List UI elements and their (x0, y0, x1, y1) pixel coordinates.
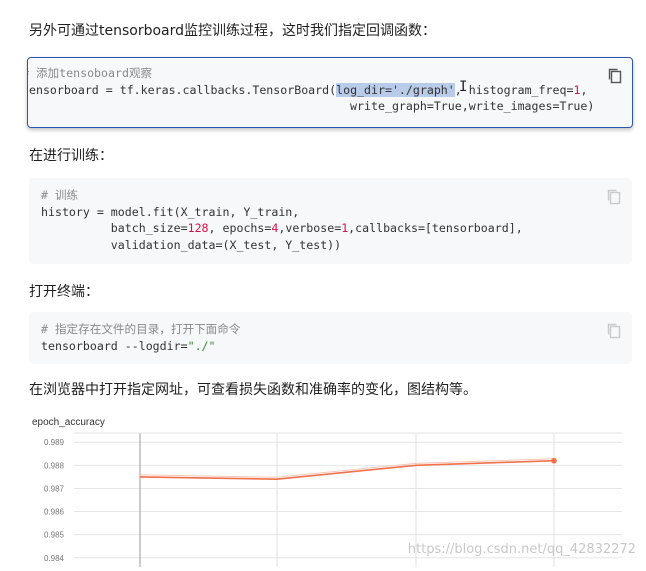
code-text: validation_data=(X_test, Y_test)) (41, 237, 342, 252)
code-text: ,verbose= (278, 221, 342, 235)
watermark: https://blog.csdn.net/qq_42832272 (407, 542, 636, 557)
y-tick-label: 0.986 (44, 508, 65, 517)
train-paragraph: 在进行训练： (29, 148, 113, 164)
code-content[interactable]: # 训练 history = model.fit(X_train, Y_trai… (41, 187, 523, 253)
intro-paragraph: 另外可通过tensorboard监控训练过程，这时我们指定回调函数： (29, 23, 437, 39)
code-content[interactable]: # 指定存在文件的目录，打开下面命令 tensorboard --logdir=… (41, 321, 240, 354)
code-text: tensorboard --logdir= (41, 338, 188, 353)
code-content[interactable]: # 添加tensoboard观察 tensorboard = tf.keras.… (27, 65, 595, 115)
code-block-train[interactable]: # 训练 history = model.fit(X_train, Y_trai… (29, 178, 632, 264)
copy-icon[interactable] (607, 67, 623, 85)
code-number: 128 (187, 221, 209, 235)
copy-icon[interactable] (606, 188, 622, 206)
code-block-callback[interactable]: # 添加tensoboard观察 tensorboard = tf.keras.… (27, 57, 633, 128)
code-text: , (580, 82, 588, 97)
code-block-terminal[interactable]: # 指定存在文件的目录，打开下面命令 tensorboard --logdir=… (29, 312, 632, 364)
y-tick-label: 0.989 (44, 438, 65, 447)
code-text: , epochs= (208, 221, 272, 235)
copy-icon[interactable] (606, 322, 622, 340)
series-smoothed-line (139, 458, 555, 478)
chart-title: epoch_accuracy (32, 417, 105, 428)
y-tick-label: 0.988 (44, 461, 65, 470)
code-text: write_graph=True,write_images=True) (27, 99, 595, 113)
selected-text: log_dir='./graph' (336, 82, 455, 97)
data-point (551, 457, 557, 464)
code-text: ,callbacks=[tensorboard], (348, 221, 523, 235)
code-text: tensorboard = tf.keras.callbacks.TensorB… (27, 82, 337, 97)
code-text: batch_size= (41, 221, 188, 235)
text-cursor-icon: I (459, 79, 468, 95)
terminal-paragraph: 打开终端： (29, 284, 99, 300)
code-text: history = model.fit(X_train, Y_train, (41, 204, 300, 219)
code-comment: # 指定存在文件的目录，打开下面命令 (41, 322, 241, 336)
y-tick-label: 0.987 (44, 484, 65, 493)
code-comment: # 添加tensoboard观察 (27, 66, 153, 80)
code-string: "./" (187, 338, 216, 353)
code-text: , histogram_freq= (454, 82, 574, 97)
y-tick-label: 0.984 (44, 554, 65, 563)
y-tick-label: 0.985 (44, 531, 65, 540)
code-comment: # 训练 (41, 188, 79, 202)
browser-paragraph: 在浏览器中打开指定网址，可查看损失函数和准确率的变化，图结构等。 (29, 382, 477, 398)
